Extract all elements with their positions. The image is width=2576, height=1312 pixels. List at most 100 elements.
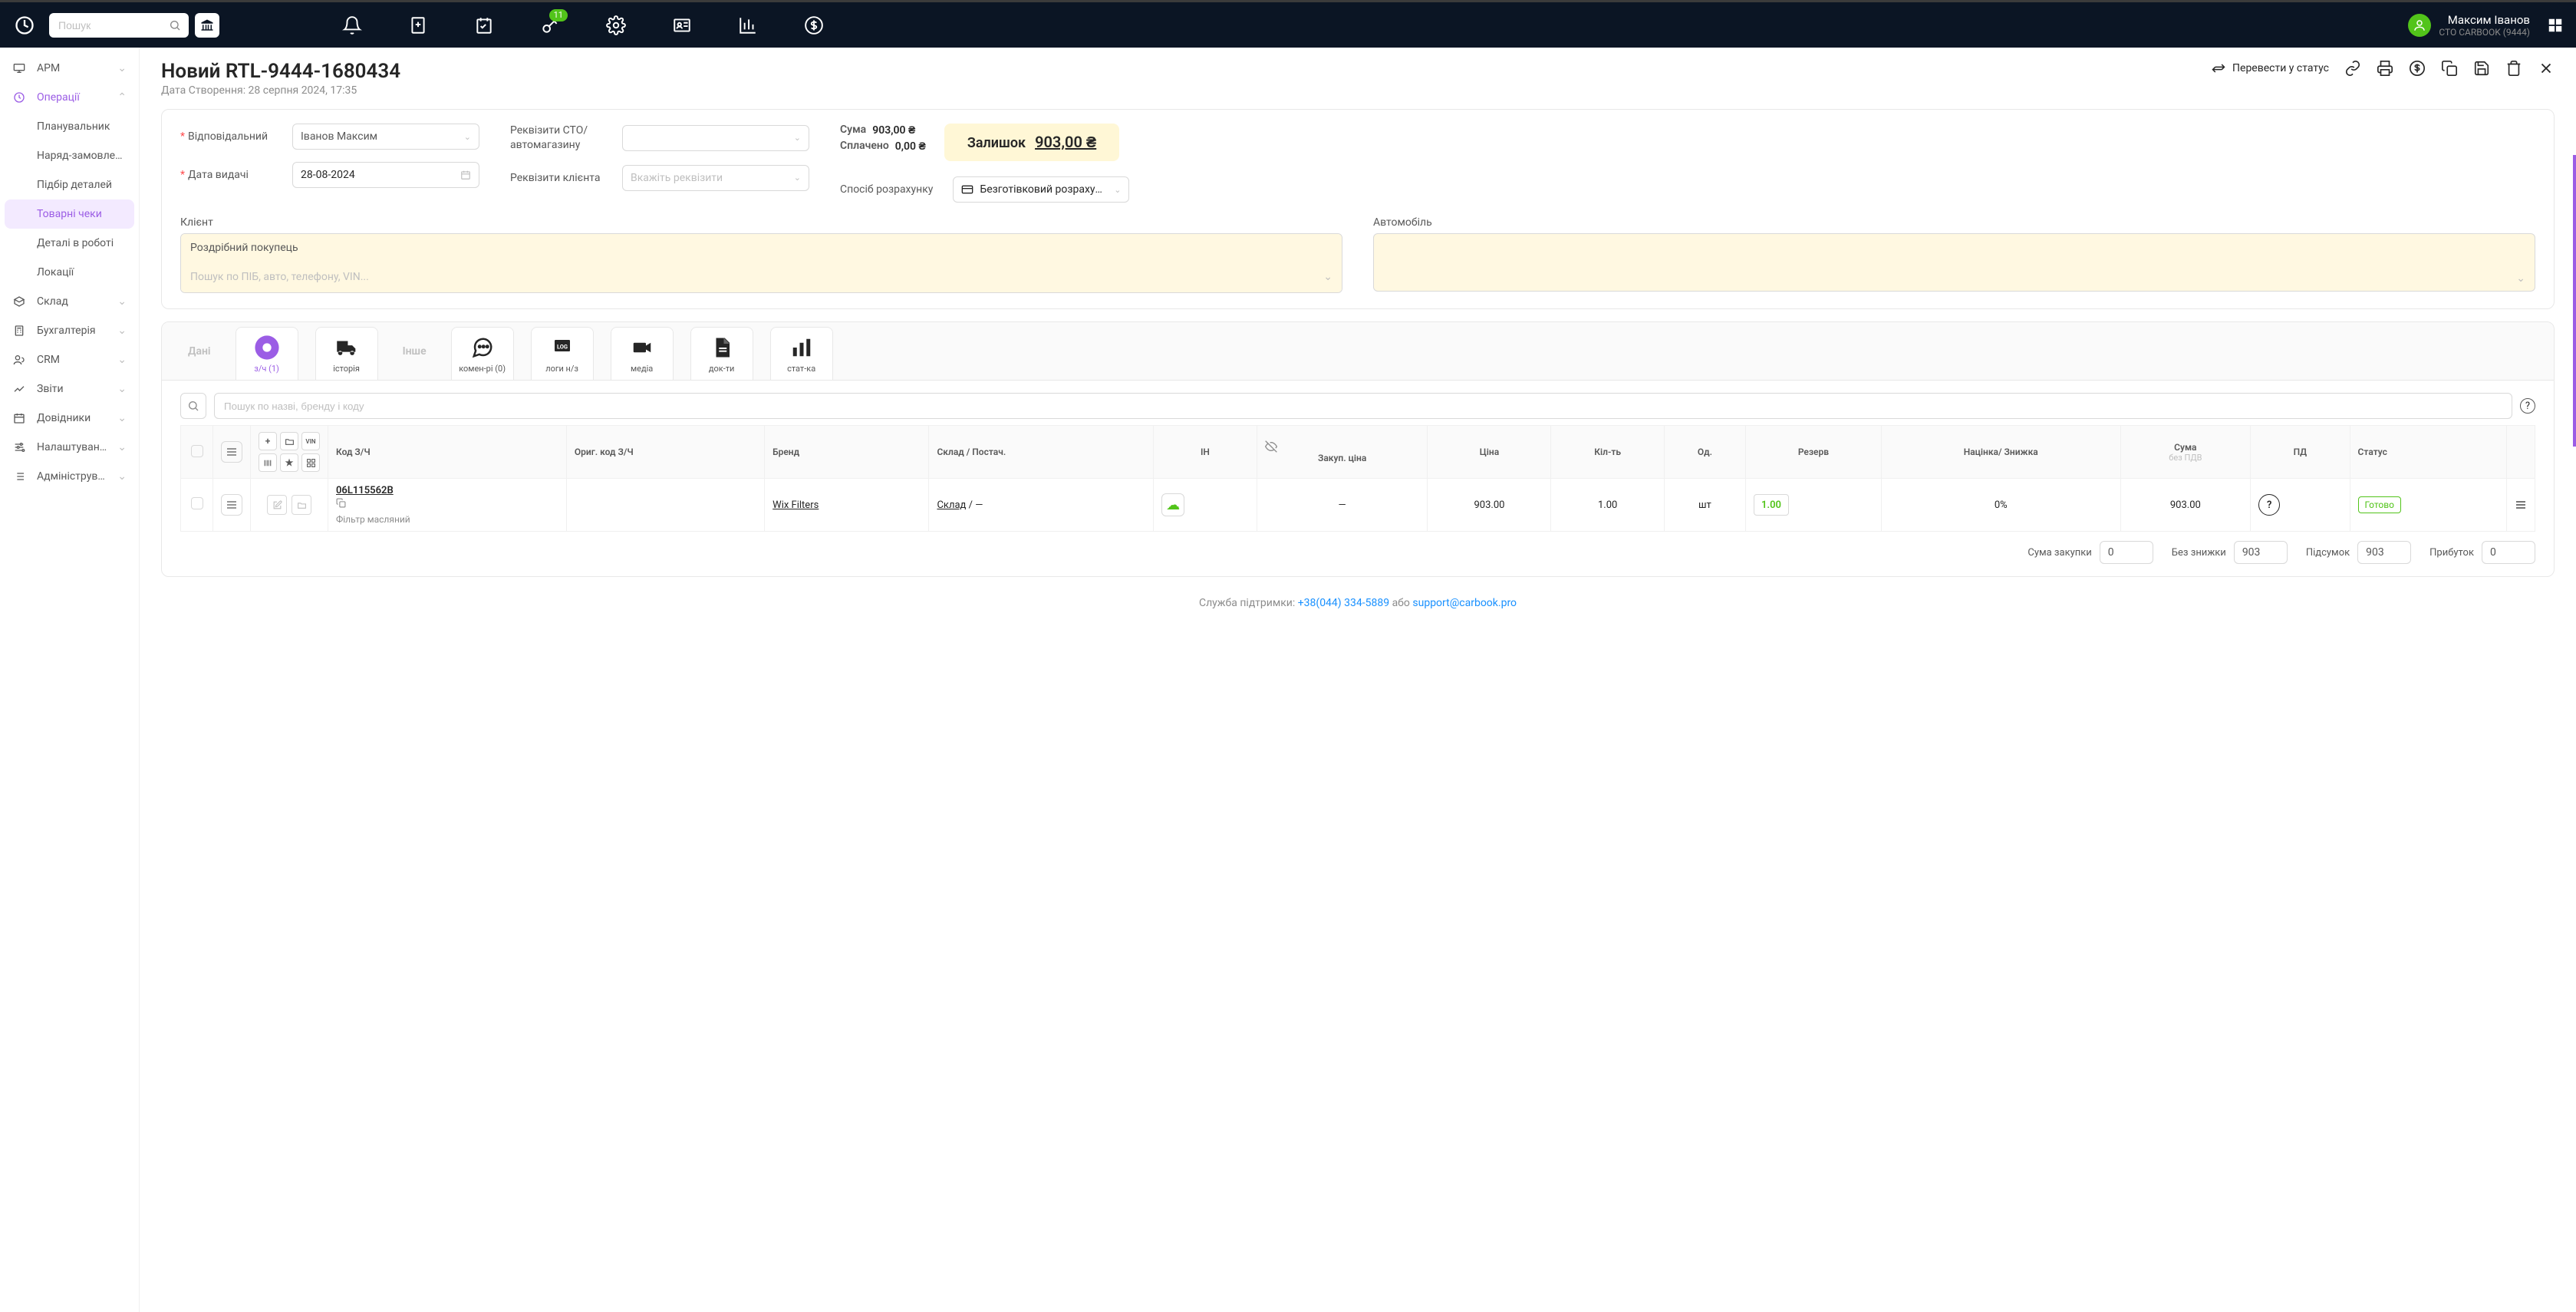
stock-link[interactable]: Склад <box>937 499 966 511</box>
key-icon[interactable]: 11 <box>540 15 560 35</box>
total-nodiscount-label: Без знижки <box>2172 547 2226 559</box>
add-doc-icon[interactable] <box>408 15 428 35</box>
calendar-icon <box>12 412 26 424</box>
cell-unit: шт <box>1664 479 1745 532</box>
edit-button[interactable] <box>267 495 287 515</box>
chevron-down-icon: ⌄ <box>117 295 127 308</box>
gear-icon[interactable] <box>606 15 626 35</box>
search-icon[interactable] <box>169 19 181 31</box>
key-badge: 11 <box>549 9 568 21</box>
responsible-select[interactable]: Іванов Максим ⌄ <box>292 124 479 150</box>
link-icon[interactable] <box>2344 60 2361 77</box>
eye-off-icon[interactable] <box>1265 440 1420 453</box>
total-profit-label: Прибуток <box>2429 547 2474 559</box>
app-logo[interactable] <box>12 13 37 38</box>
chevron-down-icon: ⌄ <box>117 325 127 337</box>
tab-data[interactable]: Дані <box>180 322 219 380</box>
client-req-select[interactable]: Вкажіть реквізити ⌄ <box>622 165 809 191</box>
cell-qty: 1.00 <box>1551 479 1664 532</box>
sidebar-item-accounting[interactable]: Бухгалтерія ⌄ <box>0 316 139 345</box>
cell-sum: 903.00 <box>2120 479 2251 532</box>
sidebar-sub-inprogress[interactable]: Деталі в роботі <box>0 229 139 258</box>
folder-button[interactable] <box>280 432 298 450</box>
sidebar-item-admin[interactable]: Адмініструва... ⌄ <box>0 462 139 491</box>
usersub-label: СТО CARBOOK (9444) <box>2439 27 2530 38</box>
sidebar-sub-parts[interactable]: Підбір деталей <box>0 170 139 199</box>
user-menu[interactable]: Максим Іванов СТО CARBOOK (9444) <box>2408 13 2564 38</box>
paid-value: 0,00 ₴ <box>895 140 926 153</box>
id-card-icon[interactable] <box>672 15 692 35</box>
row-menu-button[interactable] <box>221 494 242 516</box>
apps-icon[interactable] <box>2547 17 2564 34</box>
help-icon[interactable]: ? <box>2520 398 2535 414</box>
chart-icon[interactable] <box>738 15 758 35</box>
add-button[interactable]: + <box>259 432 277 450</box>
date-input[interactable]: 28-08-2024 <box>292 162 479 188</box>
tab-logs[interactable]: LOG логи н/з <box>531 327 594 380</box>
print-icon[interactable] <box>2377 60 2393 77</box>
vehicle-select[interactable]: ⌄ <box>1373 233 2535 292</box>
total-nodiscount-value: 903 <box>2234 541 2288 564</box>
sidebar-item-operations[interactable]: Операції ⌃ <box>0 83 139 112</box>
cloud-icon[interactable]: ☁ <box>1161 493 1184 516</box>
help-button[interactable]: ? <box>2258 494 2280 516</box>
grid-button[interactable] <box>301 453 320 472</box>
total-purchase-value: 0 <box>2100 541 2153 564</box>
sidebar-sub-planner[interactable]: Планувальник <box>0 112 139 141</box>
row-checkbox[interactable] <box>191 497 203 509</box>
tab-more[interactable]: Інше <box>395 322 434 380</box>
footer-email-link[interactable]: support@carbook.pro <box>1412 597 1517 609</box>
vin-button[interactable]: VIN <box>301 432 320 450</box>
footer-phone-link[interactable]: +38(044) 334-5889 <box>1298 597 1389 609</box>
list-icon <box>12 470 26 483</box>
tab-stats[interactable]: стат-ка <box>770 327 833 380</box>
form-card: *Відповідальний Іванов Максим ⌄ *Дата ви… <box>161 109 2555 309</box>
tab-media[interactable]: медіа <box>611 327 674 380</box>
header-menu-button[interactable] <box>221 441 242 463</box>
client-search[interactable]: Пошук по ПІБ, авто, телефону, VIN... ⌄ <box>181 262 1342 292</box>
select-all-checkbox[interactable] <box>191 445 203 457</box>
vehicle-label: Автомобіль <box>1373 216 2535 229</box>
bank-button[interactable] <box>195 13 219 38</box>
star-button[interactable]: ★ <box>280 453 298 472</box>
barcode-button[interactable] <box>259 453 277 472</box>
sidebar-item-settings[interactable]: Налаштування ⌄ <box>0 433 139 462</box>
dollar-icon[interactable] <box>804 15 824 35</box>
table-search-button[interactable] <box>180 393 206 419</box>
change-status-button[interactable]: Перевести у статус <box>2211 61 2329 76</box>
remaining-box: Залишок 903,00 ₴ <box>944 124 1119 161</box>
part-code-link[interactable]: 06L115562B <box>336 485 558 496</box>
tab-comments[interactable]: комен-рі (0) <box>451 327 514 380</box>
table-search-row: ? <box>162 381 2554 425</box>
sidebar-item-warehouse[interactable]: Склад ⌄ <box>0 287 139 316</box>
copy-code-icon[interactable] <box>336 498 346 508</box>
dollar-circle-icon[interactable] <box>2409 60 2426 77</box>
date-value: 28-08-2024 <box>301 169 355 181</box>
tab-history[interactable]: історія <box>315 327 378 380</box>
search-input[interactable] <box>49 13 189 38</box>
table-search-input[interactable] <box>214 393 2512 419</box>
sidebar-item-crm[interactable]: CRM ⌄ <box>0 345 139 374</box>
tab-docs[interactable]: док-ти <box>690 327 753 380</box>
sto-req-select[interactable]: ⌄ <box>622 125 809 151</box>
brand-link[interactable]: Wix Filters <box>772 499 819 511</box>
reserve-box[interactable]: 1.00 <box>1754 494 1789 516</box>
sidebar-item-reports[interactable]: Звіти ⌄ <box>0 374 139 404</box>
sidebar-sub-order[interactable]: Наряд-замовлен... <box>0 141 139 170</box>
sidebar-sub-locations[interactable]: Локації <box>0 258 139 287</box>
paymethod-select[interactable]: Безготівковий розрахунок (... ⌄ <box>953 176 1129 203</box>
save-icon[interactable] <box>2473 60 2490 77</box>
bell-icon[interactable] <box>342 15 362 35</box>
tab-parts[interactable]: з/ч (1) <box>236 327 298 380</box>
close-icon[interactable] <box>2538 60 2555 77</box>
copy-icon[interactable] <box>2441 60 2458 77</box>
row-folder-button[interactable] <box>292 495 311 515</box>
sidebar-sub-receipts[interactable]: Товарні чеки <box>5 199 134 229</box>
row-more-icon[interactable] <box>2515 499 2527 511</box>
remain-value[interactable]: 903,00 ₴ <box>1035 133 1096 152</box>
sidebar-item-arm[interactable]: АРМ ⌄ <box>0 54 139 83</box>
sidebar-item-directories[interactable]: Довідники ⌄ <box>0 404 139 433</box>
trash-icon[interactable] <box>2505 60 2522 77</box>
checklist-icon[interactable] <box>474 15 494 35</box>
responsible-value: Іванов Максим <box>301 130 377 143</box>
